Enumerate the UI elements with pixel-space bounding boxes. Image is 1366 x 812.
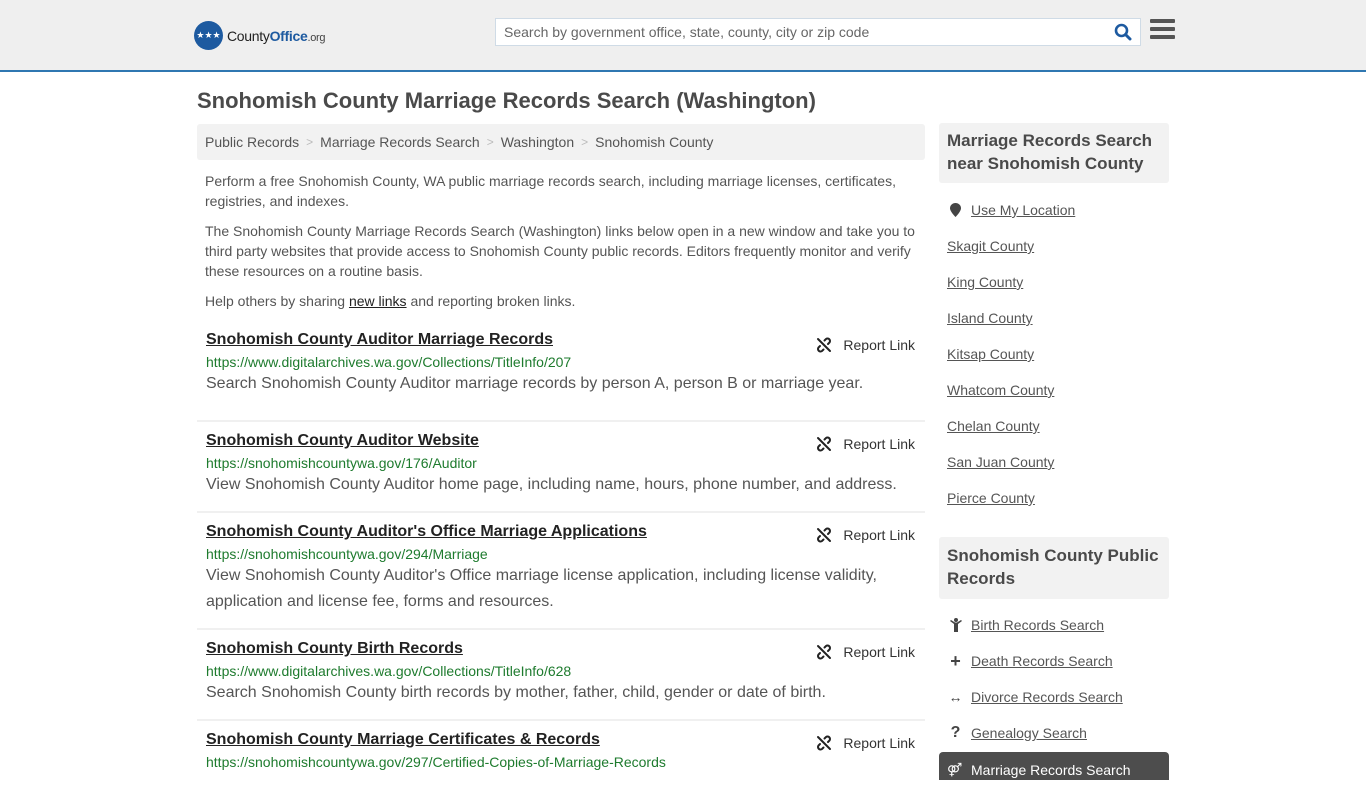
nearby-county-item: Whatcom County: [947, 372, 1161, 408]
genealogy-search-link[interactable]: Genealogy Search: [971, 725, 1087, 741]
result-item: Snohomish County Auditor's Office Marria…: [197, 513, 925, 630]
result-item: Snohomish County Auditor Website https:/…: [197, 422, 925, 513]
result-item: Snohomish County Birth Records https://w…: [197, 630, 925, 721]
question-icon: ?: [950, 724, 961, 741]
marriage-icon: ⚤: [947, 762, 963, 777]
public-record-item: Birth Records Search: [947, 607, 1161, 643]
map-marker-icon: [947, 203, 964, 217]
sidebar: Marriage Records Search near Snohomish C…: [939, 123, 1169, 780]
nearby-county-item: Pierce County: [947, 480, 1161, 516]
search-input[interactable]: [496, 19, 1106, 45]
nearby-county-item: Kitsap County: [947, 336, 1161, 372]
results-list: Snohomish County Auditor Marriage Record…: [197, 331, 925, 812]
intro-paragraph-2: The Snohomish County Marriage Records Se…: [205, 223, 915, 279]
result-title-link[interactable]: Snohomish County Auditor Marriage Record…: [206, 331, 553, 349]
new-links-link[interactable]: new links: [349, 293, 407, 309]
report-link-button[interactable]: Report Link: [816, 527, 915, 543]
death-records-search-link[interactable]: Death Records Search: [971, 653, 1113, 669]
search-icon: [1114, 23, 1132, 41]
broken-link-icon: [817, 527, 832, 543]
marriage-records-search-active[interactable]: ⚤ Marriage Records Search: [939, 752, 1169, 780]
plus-icon: +: [950, 650, 961, 671]
divorce-records-search-link[interactable]: Divorce Records Search: [971, 689, 1123, 705]
county-link-kitsap[interactable]: Kitsap County: [947, 346, 1034, 362]
arrows-horizontal-icon: ↔: [948, 689, 963, 705]
breadcrumb-marriage-records-search[interactable]: Marriage Records Search: [320, 134, 480, 150]
result-url: https://snohomishcountywa.gov/294/Marria…: [206, 546, 488, 562]
nearby-county-item: Chelan County: [947, 408, 1161, 444]
public-records-heading: Snohomish County Public Records: [939, 537, 1169, 599]
intro-paragraph-1: Perform a free Snohomish County, WA publ…: [205, 173, 896, 209]
breadcrumb-washington[interactable]: Washington: [501, 134, 574, 150]
nearby-heading: Marriage Records Search near Snohomish C…: [939, 123, 1169, 183]
result-title-link[interactable]: Snohomish County Marriage Certificates &…: [206, 731, 600, 749]
county-link-pierce[interactable]: Pierce County: [947, 490, 1035, 506]
result-title-link[interactable]: Snohomish County Auditor's Office Marria…: [206, 523, 647, 541]
search-button[interactable]: [1106, 19, 1140, 45]
site-header: ★★★ CountyOffice.org: [0, 0, 1366, 72]
county-link-whatcom[interactable]: Whatcom County: [947, 382, 1054, 398]
hamburger-menu-icon[interactable]: [1150, 19, 1175, 41]
result-title-link[interactable]: Snohomish County Birth Records: [206, 640, 463, 658]
result-item: Snohomish County Auditor Marriage Record…: [197, 331, 925, 422]
result-description: Search Snohomish County Auditor marriage…: [206, 375, 864, 392]
birth-records-search-link[interactable]: Birth Records Search: [971, 617, 1104, 633]
county-link-king[interactable]: King County: [947, 274, 1023, 290]
breadcrumb: Public Records > Marriage Records Search…: [197, 124, 925, 160]
public-record-item: ? Genealogy Search: [947, 715, 1161, 751]
breadcrumb-separator: >: [486, 135, 494, 149]
nearby-county-item: San Juan County: [947, 444, 1161, 480]
county-link-island[interactable]: Island County: [947, 310, 1033, 326]
public-record-item: + Death Records Search: [947, 643, 1161, 679]
page-title: Snohomish County Marriage Records Search…: [197, 88, 816, 113]
site-logo[interactable]: ★★★ CountyOffice.org: [194, 21, 326, 50]
use-my-location-link[interactable]: Use My Location: [971, 202, 1075, 218]
result-url: https://www.digitalarchives.wa.gov/Colle…: [206, 354, 572, 370]
use-my-location-item: Use My Location: [947, 192, 1161, 228]
broken-link-icon: [817, 644, 832, 660]
report-link-button[interactable]: Report Link: [816, 436, 915, 452]
result-title-link[interactable]: Snohomish County Auditor Website: [206, 432, 479, 450]
nearby-county-item: Skagit County: [947, 228, 1161, 264]
search-box: [495, 18, 1141, 46]
breadcrumb-public-records[interactable]: Public Records: [205, 134, 299, 150]
result-description: View Snohomish County Auditor home page,…: [206, 476, 897, 493]
nearby-county-item: King County: [947, 264, 1161, 300]
public-records-list: Birth Records Search + Death Records Sea…: [939, 607, 1169, 751]
nearby-county-item: Island County: [947, 300, 1161, 336]
result-url: https://snohomishcountywa.gov/176/Audito…: [206, 455, 477, 471]
county-link-skagit[interactable]: Skagit County: [947, 238, 1034, 254]
report-link-button[interactable]: Report Link: [816, 337, 915, 353]
report-link-button[interactable]: Report Link: [816, 735, 915, 751]
main-content: Public Records > Marriage Records Search…: [197, 124, 925, 812]
result-description: Search Snohomish County birth records by…: [206, 684, 826, 701]
result-url: https://www.digitalarchives.wa.gov/Colle…: [206, 663, 572, 679]
broken-link-icon: [817, 436, 832, 452]
breadcrumb-separator: >: [306, 135, 314, 149]
eagle-logo-icon: ★★★: [194, 21, 223, 50]
logo-text: CountyOffice.org: [227, 27, 326, 44]
broken-link-icon: [817, 735, 832, 751]
result-description: View Snohomish County Auditor's Office m…: [206, 567, 877, 610]
child-icon: [947, 618, 964, 632]
breadcrumb-snohomish-county[interactable]: Snohomish County: [595, 134, 713, 150]
county-link-san-juan[interactable]: San Juan County: [947, 454, 1054, 470]
report-link-button[interactable]: Report Link: [816, 644, 915, 660]
result-item: Snohomish County Marriage Certificates &…: [197, 721, 925, 812]
intro-text: Perform a free Snohomish County, WA publ…: [197, 171, 925, 311]
breadcrumb-separator: >: [581, 135, 589, 149]
broken-link-icon: [817, 337, 832, 353]
nearby-list: Use My Location Skagit County King Count…: [939, 192, 1169, 516]
intro-paragraph-3: Help others by sharing new links and rep…: [205, 293, 576, 309]
county-link-chelan[interactable]: Chelan County: [947, 418, 1040, 434]
public-record-item: ↔ Divorce Records Search: [947, 679, 1161, 715]
